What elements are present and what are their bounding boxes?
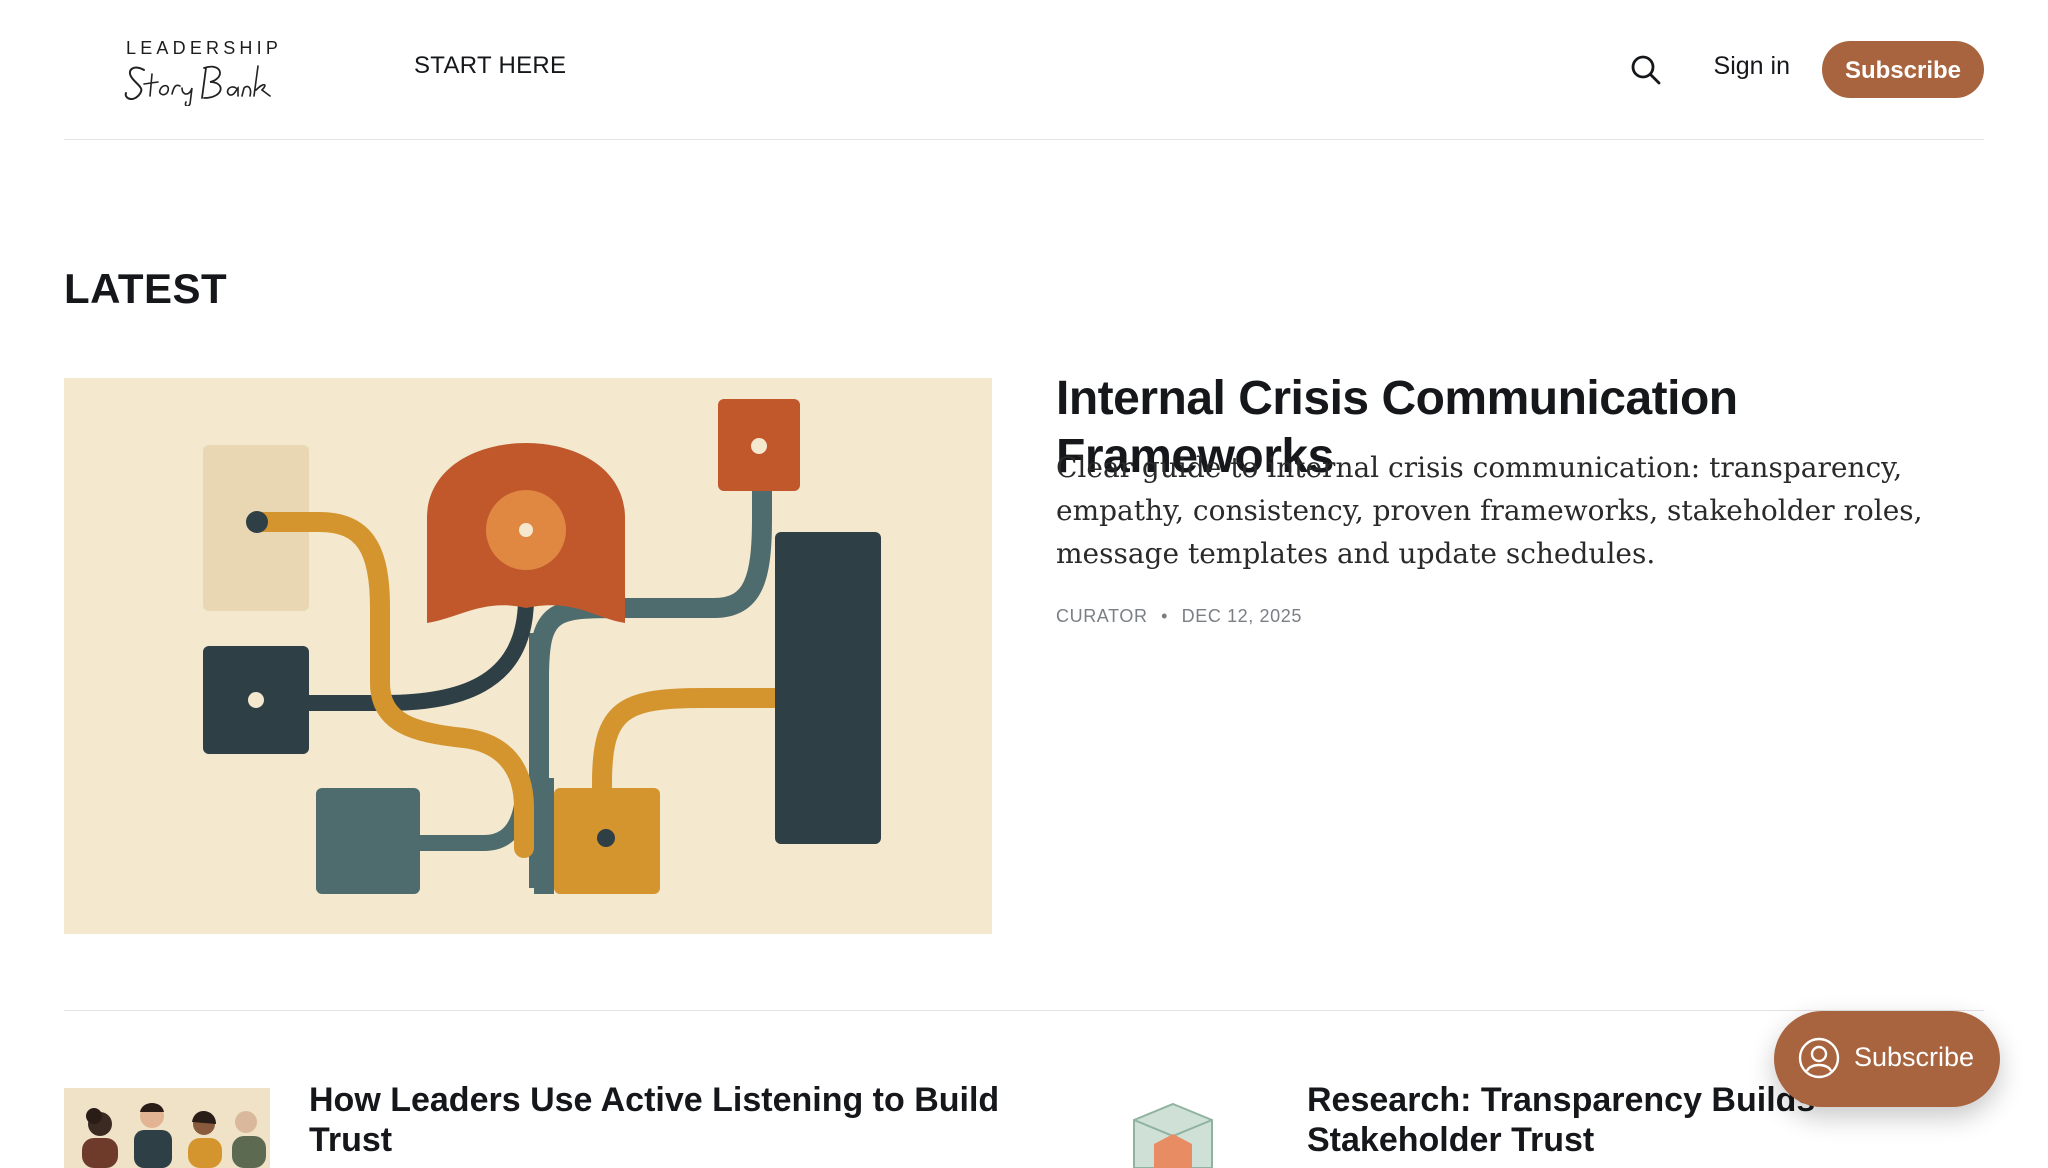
- search-button[interactable]: [1630, 54, 1662, 86]
- logo-wordmark: LEADERSHIP: [126, 38, 283, 58]
- nav-start-here[interactable]: START HERE: [414, 52, 566, 80]
- featured-post-image[interactable]: [64, 378, 992, 934]
- site-logo[interactable]: LEADERSHIP: [122, 34, 292, 106]
- section-title-latest: LATEST: [64, 265, 228, 312]
- featured-post-excerpt: Clear guide to internal crisis communica…: [1056, 451, 1923, 570]
- post-author[interactable]: CURATOR: [1056, 606, 1148, 626]
- post-date: DEC 12, 2025: [1181, 606, 1302, 626]
- subscribe-button[interactable]: Subscribe: [1822, 41, 1984, 98]
- floating-subscribe-label: Subscribe: [1854, 1042, 1975, 1072]
- user-circle-icon: [1798, 1037, 1840, 1079]
- abstract-flow-illustration: [64, 378, 992, 934]
- sign-in-link[interactable]: Sign in: [1714, 52, 1790, 81]
- glass-cube-illustration: [1070, 1088, 1276, 1168]
- featured-post-meta: CURATOR • DEC 12, 2025: [1056, 606, 1302, 627]
- floating-subscribe-button[interactable]: Subscribe: [1774, 1011, 2000, 1107]
- post-card-thumbnail-listening[interactable]: [64, 1088, 270, 1168]
- search-icon: [1631, 55, 1661, 85]
- people-meeting-illustration: [64, 1088, 270, 1168]
- post-card-title-listening[interactable]: How Leaders Use Active Listening to Buil…: [309, 1080, 1009, 1160]
- site-header: LEADERSHIP START HERE Sign in Subscribe: [64, 0, 1984, 140]
- logo-script-signature: [124, 65, 271, 106]
- section-divider: [64, 1010, 1984, 1011]
- post-card-thumbnail-transparency[interactable]: [1070, 1088, 1276, 1168]
- meta-separator: •: [1161, 606, 1169, 626]
